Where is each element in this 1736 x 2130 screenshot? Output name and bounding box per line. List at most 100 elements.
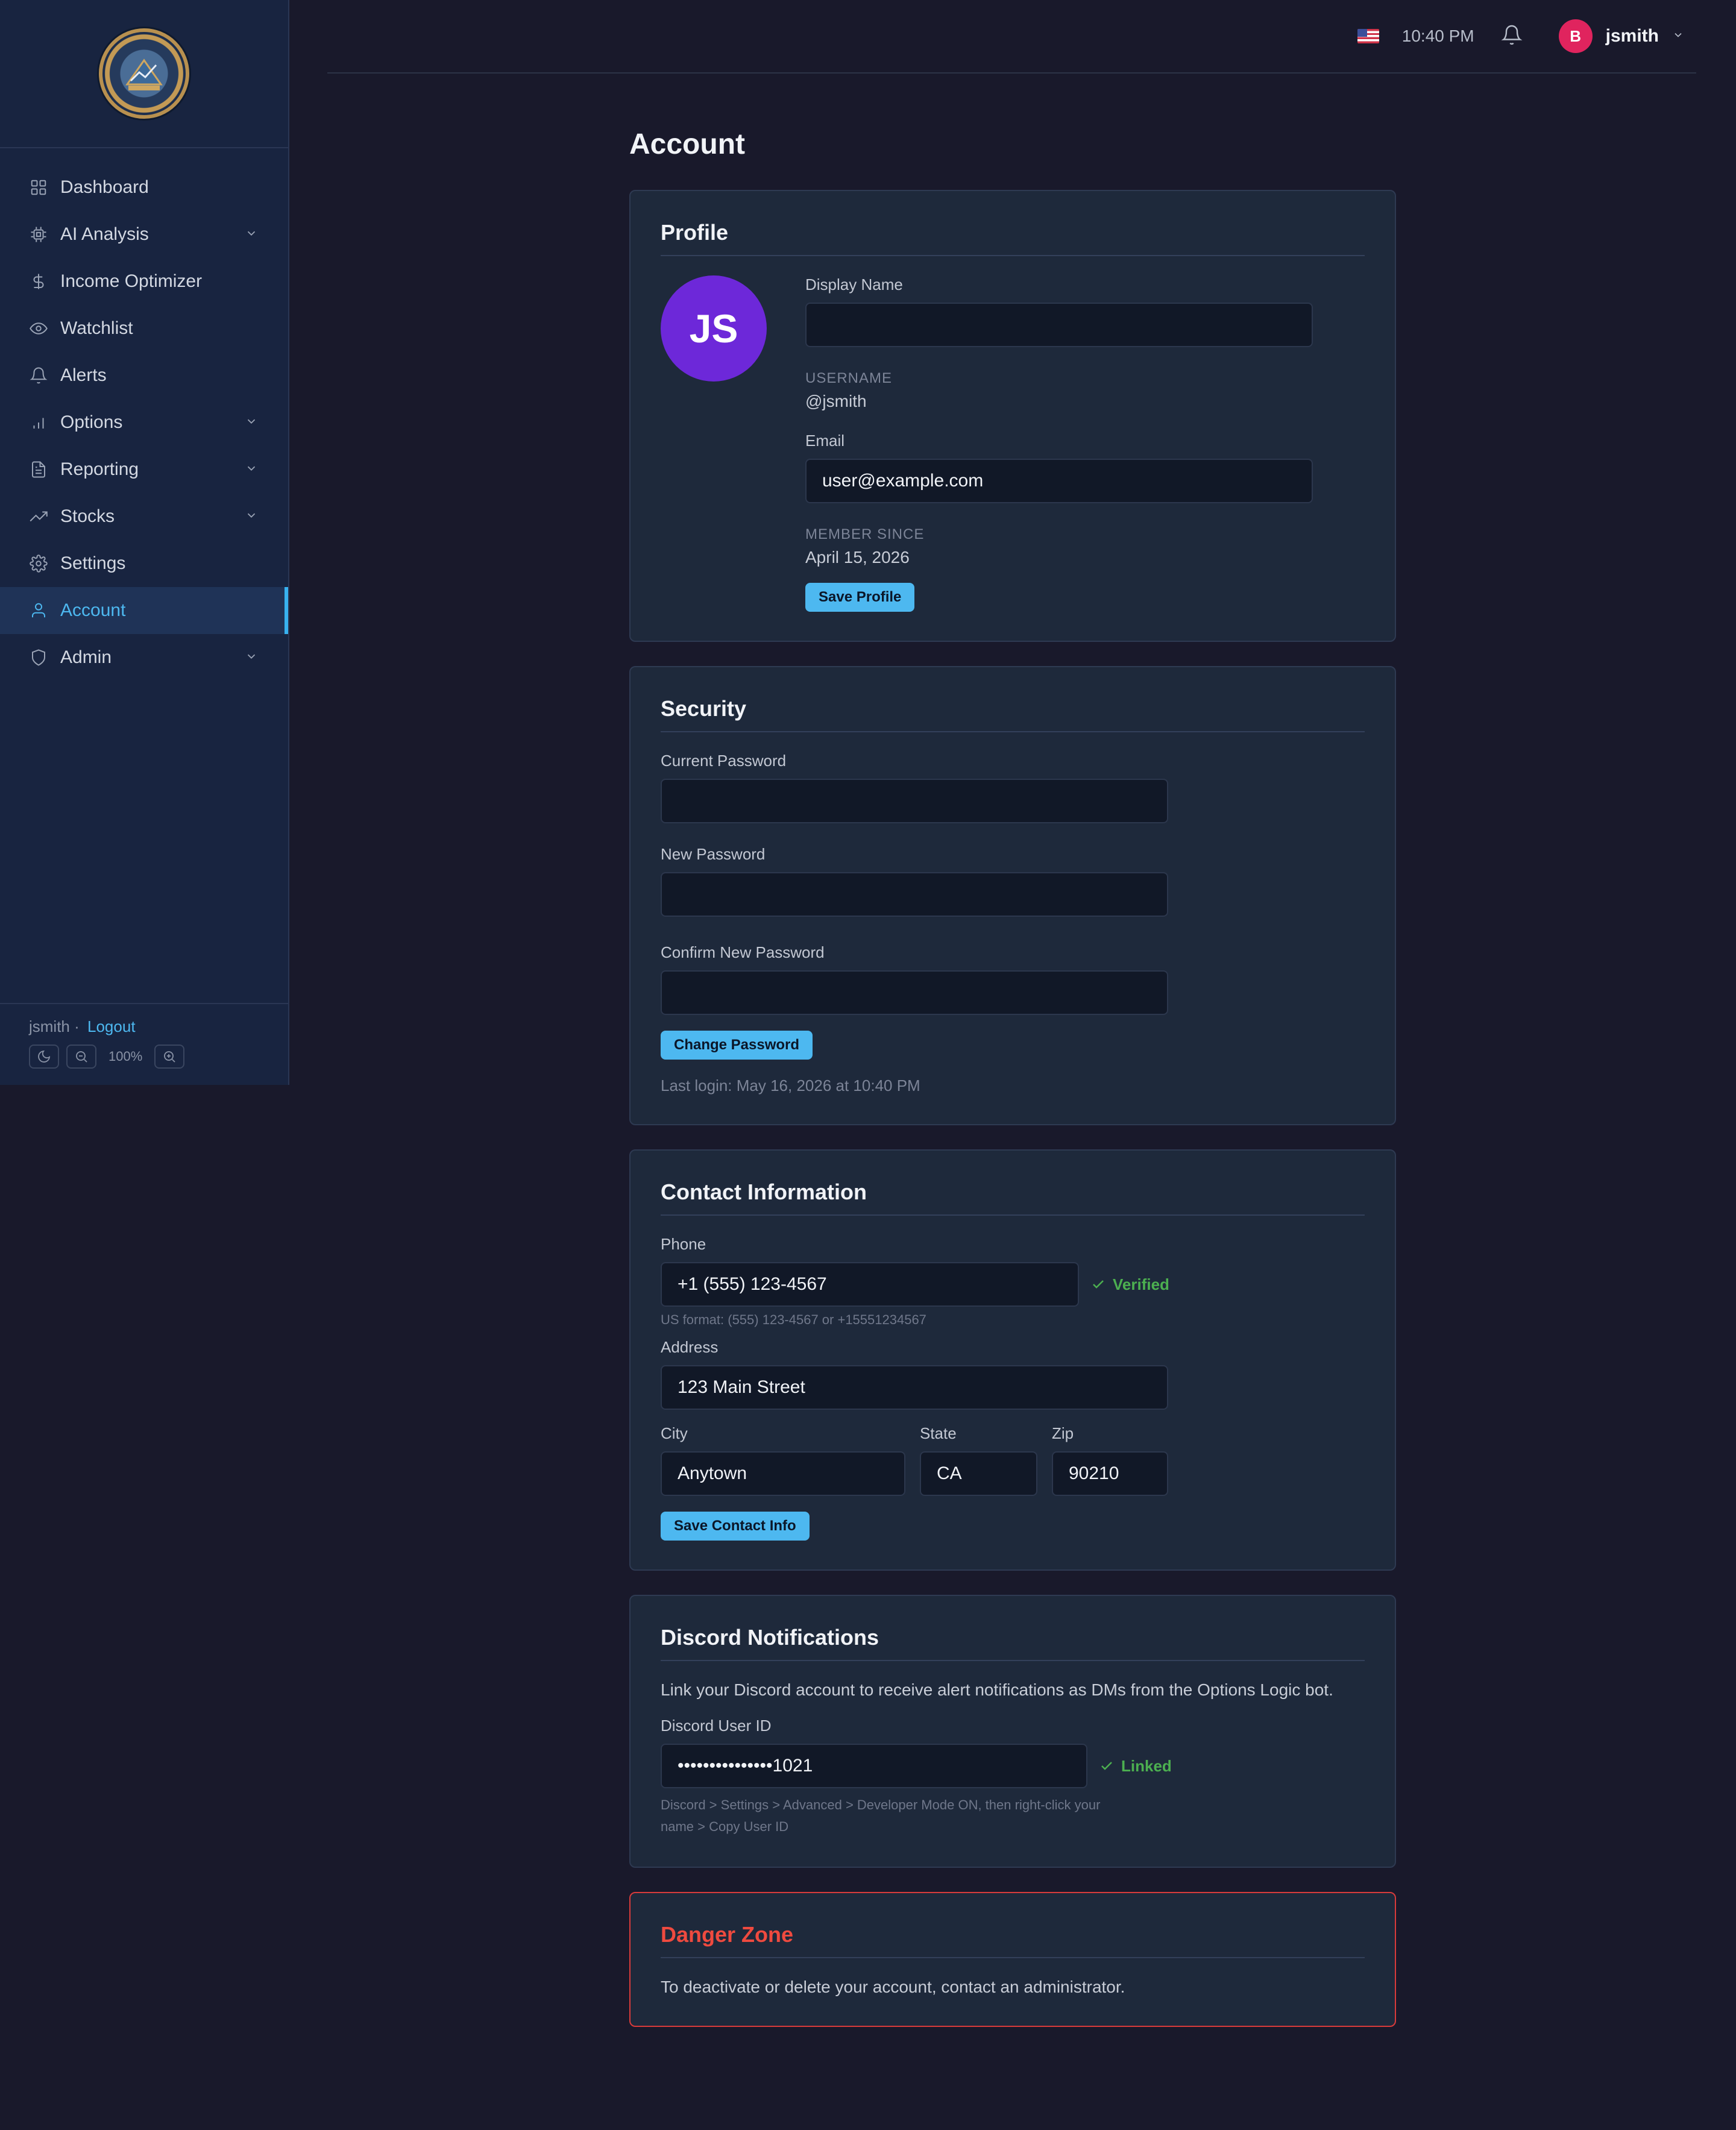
phone-field[interactable]: +1 (555) 123-4567 [661,1262,1079,1307]
sidebar-item-label: AI Analysis [60,224,149,244]
trending-up-icon [29,507,48,526]
display-tools: 100% [29,1045,259,1069]
app-logo[interactable] [99,28,189,119]
profile-avatar[interactable]: JS [661,275,767,382]
sidebar-item-account[interactable]: Account [0,587,288,634]
zoom-in-button[interactable] [154,1045,185,1069]
discord-status: Linked [1121,1756,1172,1775]
email-label: Email [805,432,845,450]
sidebar-item-label: Admin [60,647,112,667]
sidebar-item-alerts[interactable]: Alerts [0,352,288,399]
discord-hint-line: name > Copy User ID [661,1819,789,1834]
save-profile-button[interactable]: Save Profile [805,583,915,612]
new-password-label: New Password [661,845,766,863]
moon-icon [38,1050,51,1063]
notifications-bell-icon[interactable] [1501,24,1525,48]
city-field[interactable]: Anytown [661,1451,905,1496]
save-contact-button[interactable]: Save Contact Info [661,1512,810,1541]
username-value: @jsmith [805,392,867,410]
gear-icon [29,554,48,573]
us-flag-icon[interactable] [1357,29,1379,43]
city-label: City [661,1424,688,1442]
chevron-down-icon [245,459,258,480]
member-since-label: MEMBER SINCE [805,526,925,542]
confirm-password-label: Confirm New Password [661,943,825,961]
top-bar: 10:40 PM B jsmith [327,0,1696,74]
chip-icon [29,225,48,244]
confirm-password-field[interactable] [661,970,1168,1015]
danger-zone-card: Danger Zone To deactivate or delete your… [629,1892,1396,2027]
address-field[interactable]: 123 Main Street [661,1365,1168,1410]
change-password-button[interactable]: Change Password [661,1031,813,1060]
sidebar-item-label: Dashboard [60,177,149,197]
phone-status: Verified [1113,1275,1169,1293]
danger-heading: Danger Zone [661,1922,1365,1958]
state-field[interactable]: CA [919,1451,1037,1496]
avatar: B [1558,19,1593,53]
member-since-value: April 15, 2026 [805,548,910,567]
contact-card: Contact Information Phone +1 (555) 123-4… [629,1149,1396,1571]
zip-label: Zip [1051,1424,1074,1442]
sidebar-item-stocks[interactable]: Stocks [0,493,288,540]
discord-card: Discord Notifications Link your Discord … [629,1595,1396,1868]
main-content: Account Profile JS Display Name USERNAME… [629,128,1396,2051]
document-icon [29,460,48,479]
sidebar-item-label: Account [60,600,126,620]
sidebar-item-admin[interactable]: Admin [0,634,288,681]
sidebar-item-watchlist[interactable]: Watchlist [0,305,288,352]
check-icon [1093,1280,1104,1289]
chevron-down-icon [1672,29,1684,44]
sidebar-item-settings[interactable]: Settings [0,540,288,587]
security-card: Security Current Password New Password C… [629,666,1396,1125]
danger-text: To deactivate or delete your account, co… [661,1978,1125,1996]
profile-heading: Profile [661,220,1365,256]
discord-user-id-label: Discord User ID [661,1717,772,1735]
bar-chart-icon [29,413,48,432]
username-label: USERNAME [805,370,893,386]
check-icon [1101,1762,1112,1770]
email-field[interactable]: user@example.com [805,459,1313,503]
sidebar-nav: Dashboard AI Analysis Income Optimizer W… [0,148,288,681]
new-password-field[interactable] [661,872,1168,917]
discord-hint: Discord > Settings > Advanced > Develope… [661,1794,1365,1838]
user-icon [29,601,48,620]
user-menu-name: jsmith [1605,26,1659,46]
chevron-down-icon [245,224,258,245]
sidebar-item-options[interactable]: Options [0,399,288,446]
sidebar-item-label: Reporting [60,459,139,479]
sidebar-item-ai-analysis[interactable]: AI Analysis [0,211,288,258]
logo-emblem-icon [125,58,163,90]
discord-hint-line: Discord > Settings > Advanced > Develope… [661,1797,1101,1812]
sidebar-item-label: Income Optimizer [60,271,203,291]
bell-icon [29,366,48,385]
shield-icon [29,648,48,667]
sidebar-item-reporting[interactable]: Reporting [0,446,288,493]
sidebar-item-label: Settings [60,553,126,573]
phone-hint: US format: (555) 123-4567 or +1555123456… [661,1312,926,1327]
sidebar-footer: jsmith · Logout 100% [0,1003,288,1085]
display-name-field[interactable] [805,303,1313,347]
sidebar-item-income-optimizer[interactable]: Income Optimizer [0,258,288,305]
zip-field[interactable]: 90210 [1051,1451,1168,1496]
discord-user-id-field[interactable]: •••••••••••••••1021 [661,1744,1087,1788]
zoom-out-icon [76,1051,87,1063]
chevron-down-icon [245,506,258,527]
sidebar: Dashboard AI Analysis Income Optimizer W… [0,0,289,1085]
discord-description: Link your Discord account to receive ale… [661,1680,1333,1699]
logo-area [0,0,288,148]
logout-link[interactable]: Logout [87,1017,136,1035]
chevron-down-icon [245,647,258,668]
page-title: Account [629,128,745,160]
eye-icon [29,319,48,338]
clock: 10:40 PM [1401,27,1474,45]
current-password-field[interactable] [661,779,1168,823]
zoom-out-button[interactable] [66,1045,96,1069]
profile-card: Profile JS Display Name USERNAME @jsmith… [629,190,1396,642]
sidebar-item-label: Stocks [60,506,115,526]
user-menu[interactable]: B jsmith [1558,19,1684,53]
sidebar-item-label: Alerts [60,365,107,385]
sidebar-item-label: Options [60,412,123,432]
theme-toggle-button[interactable] [29,1045,59,1069]
sidebar-item-dashboard[interactable]: Dashboard [0,164,288,211]
display-name-label: Display Name [805,275,903,294]
